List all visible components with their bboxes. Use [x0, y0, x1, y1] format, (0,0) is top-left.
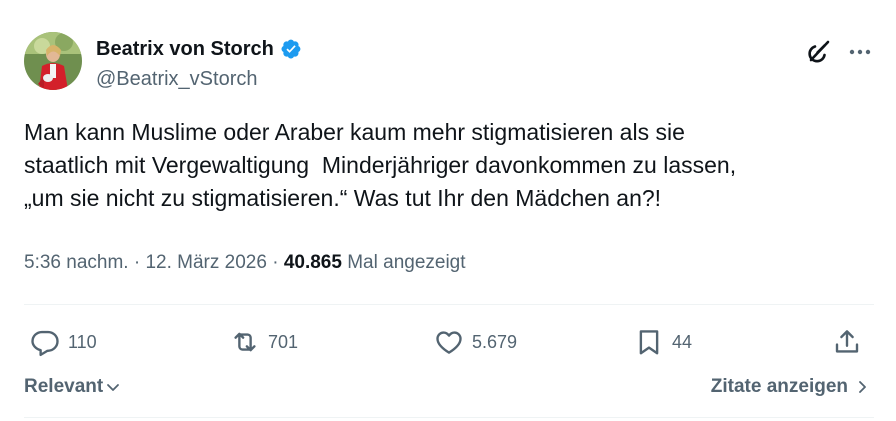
views-label: Mal angezeigt	[347, 252, 466, 273]
repost-icon	[234, 332, 256, 352]
reply-icon	[31, 330, 59, 357]
divider	[24, 417, 874, 418]
author-handle[interactable]: @Beatrix_vStorch	[96, 68, 302, 91]
share-button[interactable]	[832, 322, 862, 362]
bookmark-count: 44	[672, 331, 693, 352]
bookmark-button[interactable]: 44	[634, 322, 692, 362]
like-button[interactable]: 5.679	[434, 322, 517, 362]
verified-badge-icon[interactable]	[280, 38, 302, 60]
grok-icon[interactable]	[804, 38, 832, 66]
reply-button[interactable]: 110	[30, 322, 97, 362]
tweet-date[interactable]: 12. März 2026	[145, 252, 266, 273]
like-icon	[436, 331, 462, 354]
repost-button[interactable]: 701	[230, 322, 298, 362]
repost-count: 701	[268, 331, 299, 352]
sort-dropdown[interactable]: Relevant	[24, 376, 121, 398]
chevron-down-icon	[107, 384, 120, 391]
bookmark-icon	[639, 330, 659, 355]
quotes-label: Zitate anzeigen	[710, 376, 848, 397]
tweet-text: Man kann Muslime oder Araber kaum mehr s…	[24, 119, 737, 211]
top-actions	[804, 38, 874, 66]
action-bar: 110 701 5.679 44	[24, 322, 874, 362]
share-icon	[835, 330, 859, 353]
show-quotes-link[interactable]: Zitate anzeigen	[711, 376, 870, 398]
tweet-meta: 5:36 nachm. · 12. März 2026 · 40.865 Mal…	[24, 252, 466, 274]
divider	[24, 304, 874, 305]
author-names: Beatrix von Storch @Beatrix_vStorch	[96, 36, 302, 91]
avatar[interactable]	[24, 32, 82, 90]
reply-count: 110	[68, 331, 97, 352]
like-count: 5.679	[472, 331, 518, 352]
meta-separator: ·	[272, 252, 279, 273]
more-icon[interactable]	[846, 38, 874, 66]
tweet-header: Beatrix von Storch @Beatrix_vStorch	[24, 32, 874, 96]
author-display-name[interactable]: Beatrix von Storch	[96, 38, 274, 61]
views-count: 40.865	[283, 252, 342, 273]
meta-separator: ·	[133, 252, 141, 273]
sort-label: Relevant	[24, 376, 104, 397]
chevron-right-icon	[859, 381, 866, 393]
tweet-time[interactable]: 5:36 nachm.	[24, 252, 129, 273]
reply-footer: Relevant Zitate anzeigen	[24, 374, 874, 404]
